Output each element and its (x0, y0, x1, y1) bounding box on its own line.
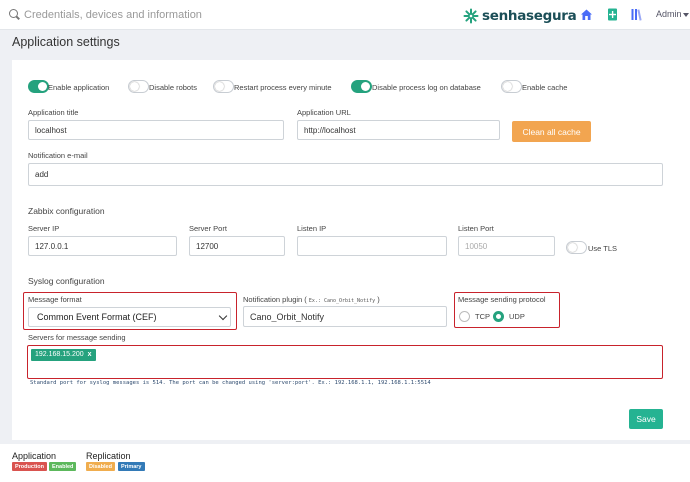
zabbix-section-title: Zabbix configuration (28, 206, 105, 216)
brand-logo-icon (463, 8, 479, 24)
status-badge-enabled: Enabled (49, 462, 77, 471)
radio-tcp[interactable] (459, 311, 470, 322)
chevron-down-icon[interactable] (683, 13, 689, 17)
toggle-label: Restart process every minute (234, 83, 332, 92)
servers-tag-input[interactable] (27, 345, 663, 379)
toggle-label: Disable robots (149, 83, 197, 92)
server-port-input[interactable] (189, 236, 285, 256)
servers-label: Servers for message sending (28, 333, 126, 342)
brand-name: senhasegura (482, 8, 577, 24)
toggle-label: Enable application (48, 83, 110, 92)
app-title-label: Application title (28, 108, 79, 117)
radio-udp-label: UDP (509, 312, 525, 321)
brand-logo[interactable]: senhasegura (463, 6, 577, 26)
app-url-input[interactable] (297, 120, 500, 140)
plus-document-icon[interactable] (606, 8, 619, 21)
remove-tag-button[interactable]: x (88, 351, 92, 358)
servers-hint: Standard port for syslog messages is 514… (30, 380, 431, 386)
status-badge-disabled: Disabled (86, 462, 115, 471)
message-format-select[interactable]: Common Event Format (CEF) (28, 307, 231, 327)
notification-email-label: Notification e-mail (28, 151, 88, 160)
app-url-label: Application URL (297, 108, 351, 117)
top-bar: senhasegura Admin (0, 0, 690, 30)
notification-plugin-label: Notification plugin ( Ex.: Cano_Orbit_No… (243, 295, 380, 304)
notification-plugin-hint: Ex.: Cano_Orbit_Notify (308, 298, 376, 304)
toggle-label: Enable cache (522, 83, 568, 92)
toggle-enable-cache[interactable] (501, 80, 522, 93)
user-menu[interactable]: Admin (656, 9, 682, 19)
radio-udp[interactable] (493, 311, 504, 322)
search-input[interactable] (24, 6, 324, 24)
status-badge-primary: Primary (118, 462, 145, 471)
server-tag: 192.168.15.200 x (31, 349, 96, 361)
message-format-label: Message format (28, 295, 82, 304)
toggle-enable-application[interactable] (28, 80, 49, 93)
page-title: Application settings (12, 35, 120, 49)
syslog-section-title: Syslog configuration (28, 276, 105, 286)
search-icon[interactable] (9, 9, 18, 18)
server-port-label: Server Port (189, 224, 227, 233)
listen-ip-label: Listen IP (297, 224, 327, 233)
listen-port-input[interactable] (458, 236, 555, 256)
server-ip-input[interactable] (28, 236, 177, 256)
listen-port-label: Listen Port (458, 224, 494, 233)
notification-plugin-input[interactable] (243, 306, 447, 327)
toggle-use-tls[interactable] (566, 241, 587, 254)
toggle-restart-process[interactable] (213, 80, 234, 93)
toggle-disable-process-log[interactable] (351, 80, 372, 93)
use-tls-label: Use TLS (588, 244, 618, 253)
toggle-label: Disable process log on database (372, 83, 481, 92)
app-title-input[interactable] (28, 120, 284, 140)
home-icon[interactable] (580, 8, 593, 21)
clear-cache-button[interactable]: Clean all cache (512, 121, 591, 142)
library-icon[interactable] (630, 8, 643, 21)
save-button[interactable]: Save (629, 409, 663, 429)
sending-protocol-label: Message sending protocol (458, 295, 546, 304)
status-badge-production: Production (12, 462, 48, 471)
listen-ip-input[interactable] (297, 236, 447, 256)
replication-status-title: Replication (86, 451, 131, 461)
notification-email-input[interactable] (28, 163, 663, 186)
radio-tcp-label: TCP (475, 312, 490, 321)
application-status-title: Application (12, 451, 57, 461)
toggle-disable-robots[interactable] (128, 80, 149, 93)
server-ip-label: Server IP (28, 224, 60, 233)
